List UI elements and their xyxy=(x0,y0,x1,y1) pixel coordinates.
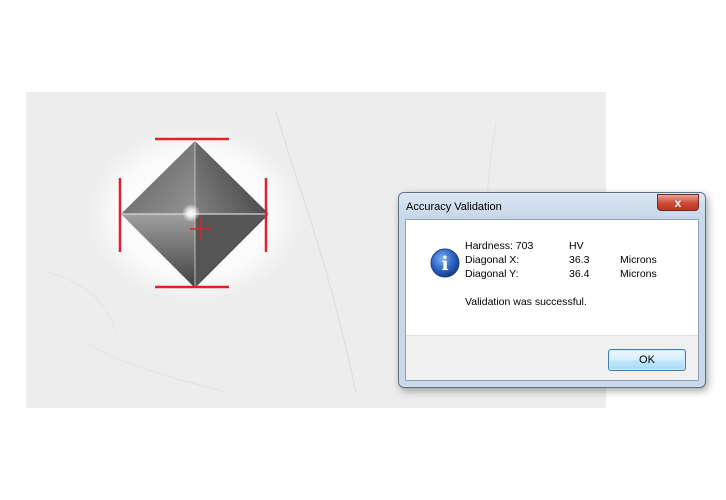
svg-text:i: i xyxy=(441,253,448,275)
ok-button[interactable]: OK xyxy=(608,349,686,371)
dialog-content: i Hardness: 703 HV Diagonal X: 36.3 Micr… xyxy=(405,219,699,381)
diagonal-y-value: 36.4 xyxy=(569,268,590,280)
diagonal-x-label: Diagonal X: xyxy=(465,254,520,266)
close-icon: x xyxy=(674,195,682,210)
hardness-label: Hardness: 703 xyxy=(465,240,534,252)
diagonal-x-unit: Microns xyxy=(620,254,657,266)
diagonal-x-value: 36.3 xyxy=(569,254,590,266)
dialog-footer: OK xyxy=(406,335,698,380)
info-icon: i xyxy=(430,248,460,278)
close-button[interactable]: x xyxy=(657,194,699,211)
dialog-titlebar[interactable]: Accuracy Validation x xyxy=(399,193,705,219)
indent-highlight xyxy=(182,204,200,222)
scratch xyxy=(85,341,227,393)
hardness-unit: HV xyxy=(569,240,584,252)
diagonal-y-label: Diagonal Y: xyxy=(465,268,519,280)
accuracy-validation-dialog: Accuracy Validation x i Hardness: 703 HV… xyxy=(398,192,706,388)
validation-message: Validation was successful. xyxy=(465,296,587,308)
scratch xyxy=(45,271,117,333)
dialog-title: Accuracy Validation xyxy=(406,201,502,213)
diagonal-y-unit: Microns xyxy=(620,268,657,280)
